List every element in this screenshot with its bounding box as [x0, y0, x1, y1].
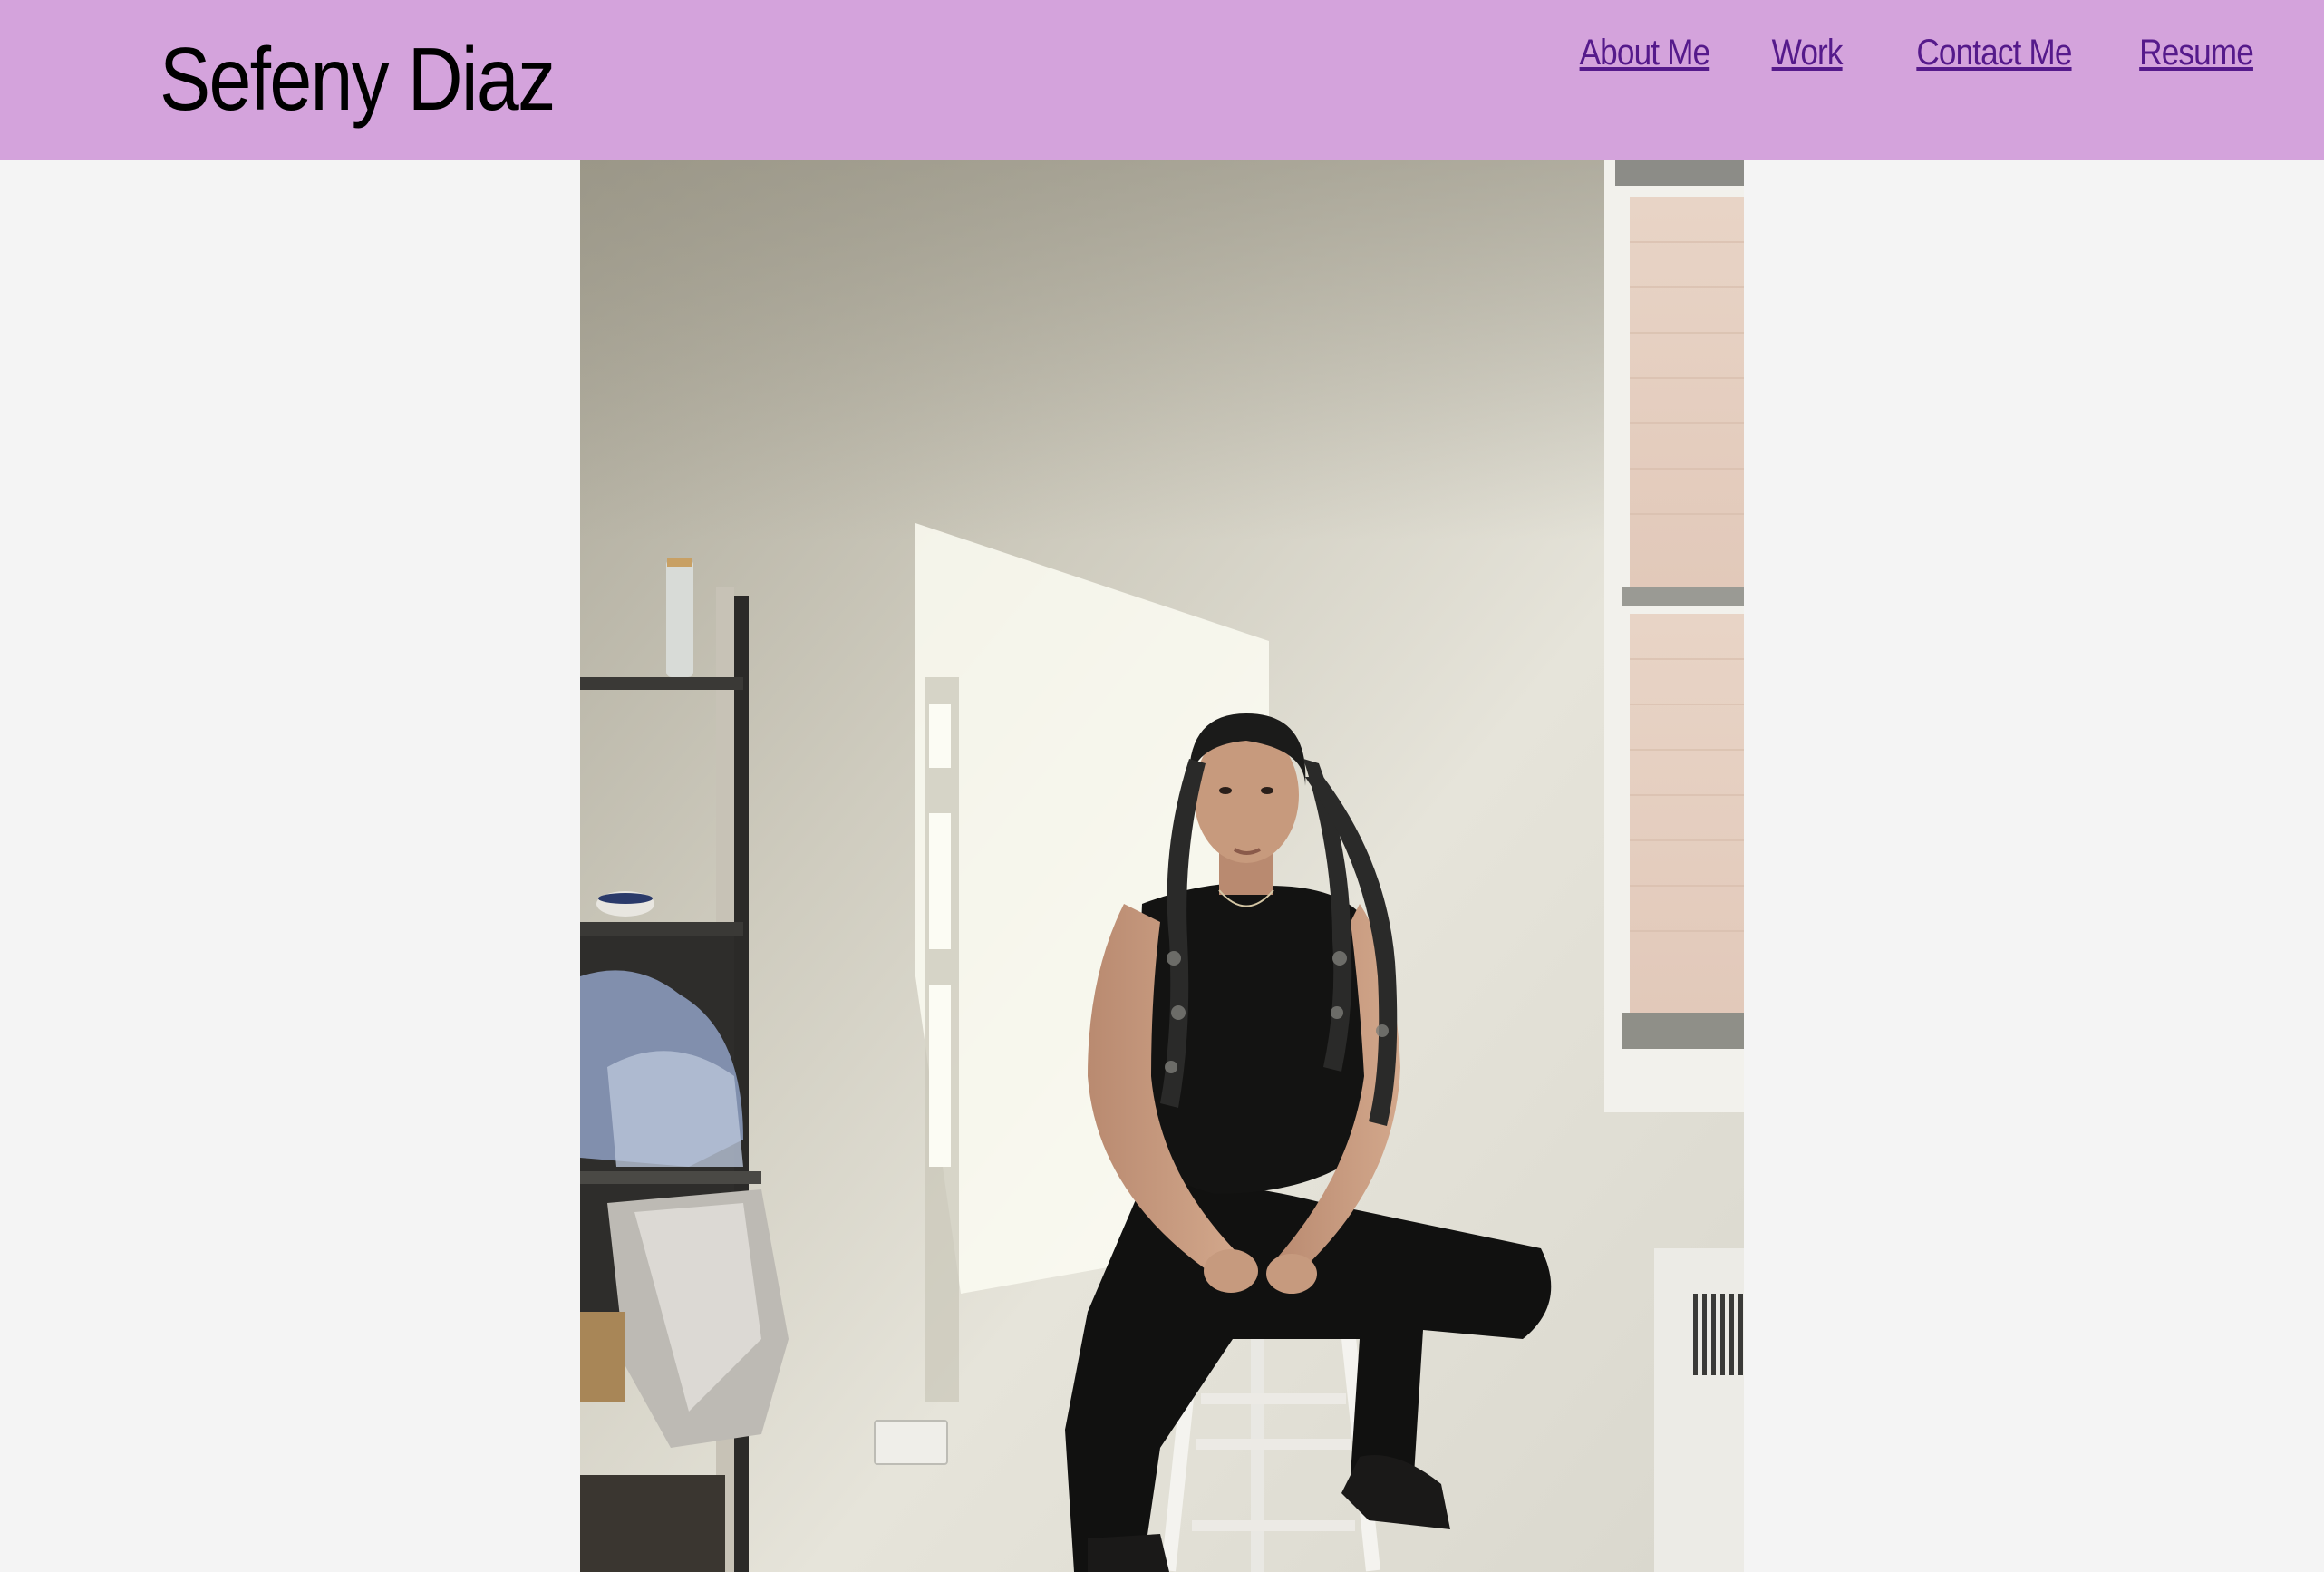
nav-link-resume[interactable]: Resume	[2139, 29, 2254, 76]
nav-link-work[interactable]: Work	[1772, 29, 1844, 76]
site-title: Sefeny Diaz	[160, 29, 556, 129]
nav-link-contact-me[interactable]: Contact Me	[1916, 29, 2072, 76]
site-header: Sefeny Diaz About Me Work Contact Me Res…	[0, 0, 2324, 160]
portrait-photo	[580, 160, 1744, 1572]
nav-link-about-me[interactable]: About Me	[1579, 29, 1710, 76]
main-nav: About Me Work Contact Me Resume	[1509, 29, 2254, 76]
